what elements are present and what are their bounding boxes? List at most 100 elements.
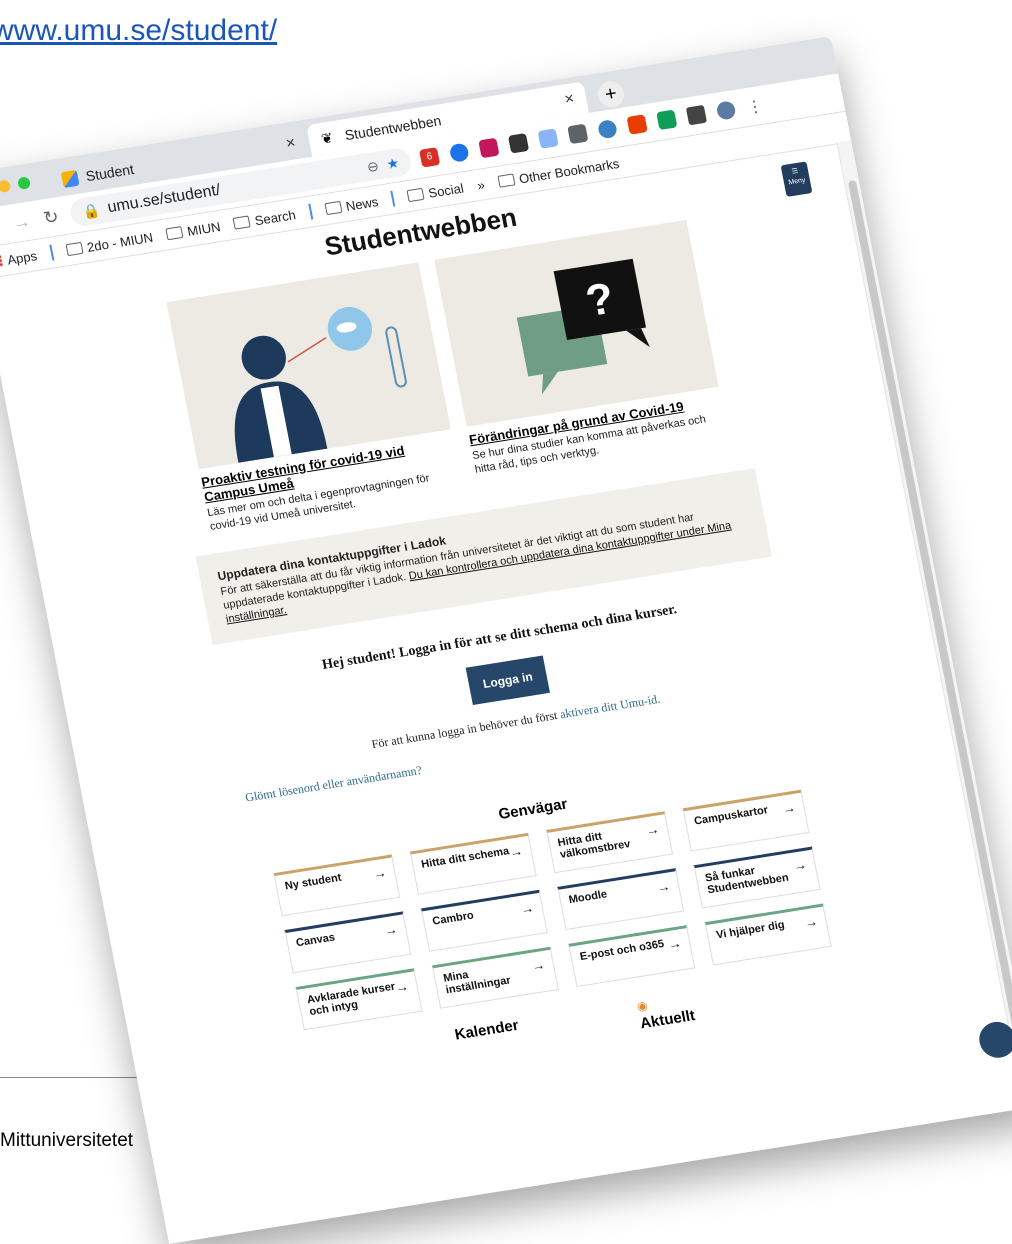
card-covid-changes[interactable]: ? Förändringar på grund av Covid-19 Se h…: [434, 219, 731, 492]
bookmark-label: Apps: [5, 247, 39, 268]
bookmark-folder-miun[interactable]: MIUN: [165, 218, 222, 242]
bookmark-label: MIUN: [185, 218, 222, 239]
folder-icon: [406, 187, 425, 203]
arrow-right-icon: →: [394, 978, 410, 996]
new-tab-button[interactable]: +: [595, 79, 627, 110]
shortcut-mina-installningar[interactable]: Mina inställningar →: [431, 946, 559, 1009]
bookmark-separator: [307, 203, 313, 220]
arrow-right-icon: →: [666, 935, 683, 953]
check-extension-icon[interactable]: [448, 142, 470, 163]
bookmark-label: Search: [253, 206, 297, 228]
folder-icon: [497, 173, 516, 188]
minimize-window-icon[interactable]: [0, 179, 12, 194]
shortcut-label: Campuskartor: [693, 804, 770, 828]
bookmark-label: Social: [427, 180, 465, 201]
arrow-right-icon: →: [519, 900, 536, 917]
office-extension-icon[interactable]: [626, 114, 648, 135]
calculator-extension-icon[interactable]: [567, 123, 589, 145]
shortcut-label: Moodle: [567, 888, 609, 907]
shortcut-label: Ny student: [283, 871, 343, 893]
arrow-right-icon: →: [644, 821, 661, 839]
screenshot-extension-icon[interactable]: [537, 128, 559, 149]
bookmark-apps[interactable]: Apps: [0, 248, 38, 270]
window-controls: [0, 176, 32, 196]
bookmark-folder-social[interactable]: Social: [406, 180, 465, 204]
shortcut-label: Hitta ditt välkomstbrev: [556, 830, 632, 861]
shortcut-ny-student[interactable]: Ny student →: [273, 854, 401, 917]
shortcut-valkomstbrev[interactable]: Hitta ditt välkomstbrev →: [546, 811, 674, 874]
window-extension-icon[interactable]: [507, 133, 530, 154]
bookmark-folder-news[interactable]: News: [323, 193, 380, 217]
bookmark-separator: [48, 244, 55, 261]
covid-test-illustration: [166, 262, 451, 470]
arrow-right-icon: →: [781, 799, 797, 817]
image-extension-icon[interactable]: [478, 137, 500, 159]
speech-bubble-illustration: ?: [434, 219, 719, 427]
shortcut-moodle[interactable]: Moodle →: [557, 868, 685, 931]
profile-avatar[interactable]: [715, 100, 737, 121]
back-icon[interactable]: ←: [0, 215, 4, 239]
card-covid-testing[interactable]: Proaktiv testning för covid-19 vid Campu…: [166, 262, 463, 534]
shortcut-label: Vi hjälper dig: [715, 918, 786, 942]
shortcut-label: Hitta ditt schema: [420, 845, 511, 871]
shortcut-label: Mina inställningar: [442, 968, 512, 997]
menu-label: Meny: [787, 176, 807, 187]
folder-icon: [65, 241, 84, 257]
maximize-window-icon[interactable]: [17, 176, 32, 190]
student-favicon-icon: [60, 169, 80, 188]
url-text: umu.se/student/: [106, 181, 222, 217]
feather-extension-icon[interactable]: [596, 118, 619, 140]
calendar-heading: Kalender: [453, 1016, 521, 1044]
shortcut-epost-o365[interactable]: E-post och o365 →: [568, 925, 696, 988]
page-content: ☰ Meny Studentwebben Proaktiv testning fö…: [0, 148, 1012, 1111]
todoist-extension-icon[interactable]: 6: [419, 147, 441, 168]
arrow-right-icon: →: [508, 843, 524, 860]
bookmark-star-icon[interactable]: ★: [385, 154, 401, 173]
arrow-right-icon: →: [803, 913, 819, 931]
shortcut-label: Cambro: [431, 909, 475, 928]
footer-text: Mittuniversitetet: [0, 1130, 134, 1151]
shortcut-label: E-post och o365: [578, 938, 666, 964]
shortcut-vi-hjalper-dig[interactable]: Vi hjälper dig →: [704, 903, 832, 966]
rss-icon[interactable]: ◉: [636, 998, 649, 1013]
close-tab-icon[interactable]: ×: [563, 90, 576, 109]
folder-icon: [232, 215, 251, 230]
slide-url-link[interactable]: www.umu.se/student/: [0, 14, 277, 48]
apps-grid-icon: [0, 254, 4, 269]
arrow-right-icon: →: [382, 921, 399, 939]
bookmark-label: News: [344, 193, 380, 214]
chat-button[interactable]: [976, 1019, 1012, 1061]
shortcut-sa-funkar[interactable]: Så funkar Studentwebben →: [693, 846, 821, 909]
puzzle-extensions-icon[interactable]: [685, 104, 708, 126]
shortcut-hitta-schema[interactable]: Hitta ditt schema →: [409, 832, 537, 895]
arrow-right-icon: →: [792, 856, 808, 874]
shortcut-label: Canvas: [295, 931, 336, 950]
close-tab-icon[interactable]: ×: [284, 134, 297, 153]
folder-icon: [165, 226, 184, 241]
forward-icon[interactable]: →: [10, 210, 34, 234]
login-button[interactable]: Logga in: [465, 655, 550, 706]
activate-umu-id-link[interactable]: aktivera ditt Umu-id.: [559, 692, 661, 722]
arrow-right-icon: →: [655, 878, 672, 896]
shortcut-canvas[interactable]: Canvas →: [284, 911, 412, 974]
zoom-icon[interactable]: ⊖: [365, 157, 380, 176]
bookmark-folder-search[interactable]: Search: [232, 206, 297, 231]
bookmark-folder-2do-miun[interactable]: 2do - MIUN: [65, 229, 154, 257]
tab-label: Student: [84, 160, 136, 185]
lock-icon: 🔒: [81, 201, 102, 220]
bookmark-separator: [390, 190, 396, 207]
calendar-extension-icon[interactable]: [656, 109, 678, 131]
shortcut-campuskartor[interactable]: Campuskartor →: [682, 789, 810, 852]
browser-menu-icon[interactable]: ⋮: [745, 97, 765, 117]
arrow-right-icon: →: [530, 956, 547, 974]
shortcut-avklarade-kurser[interactable]: Avklarade kurser och intyg →: [295, 968, 423, 1031]
reload-icon[interactable]: ↻: [39, 205, 63, 229]
shortcut-cambro[interactable]: Cambro →: [420, 889, 548, 952]
shortcut-label: Så funkar Studentwebben: [704, 864, 790, 897]
umu-favicon-icon: ❦: [319, 129, 335, 147]
folder-icon: [323, 200, 343, 216]
more-bookmarks-button[interactable]: »: [476, 177, 486, 193]
shortcut-label: Avklarade kurser och intyg: [306, 980, 397, 1019]
arrow-right-icon: →: [371, 864, 388, 882]
browser-screenshot: Student × ❦ Studentwebben × + ← → ↻ 🔒 um…: [0, 36, 1012, 1244]
